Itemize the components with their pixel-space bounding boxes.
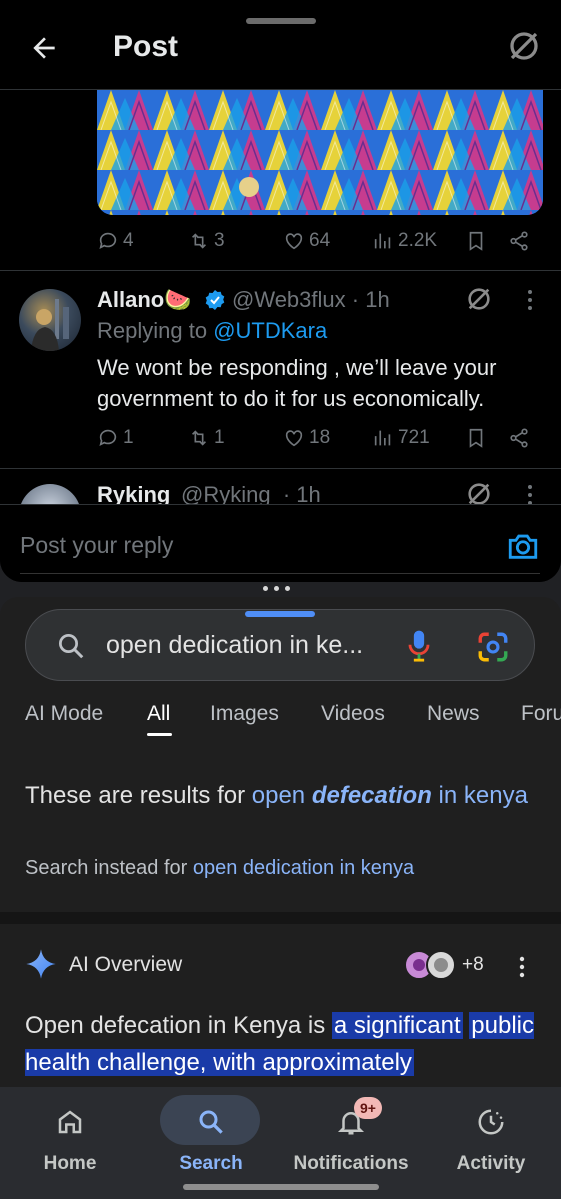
split-screen-handle[interactable] — [263, 586, 290, 591]
more-options-icon[interactable] — [518, 956, 526, 978]
post-header: Post — [0, 24, 561, 90]
ai-overview-title: AI Overview — [69, 953, 183, 976]
activity-icon — [478, 1109, 504, 1135]
camera-icon[interactable] — [506, 529, 540, 563]
search-instead: Search instead for open dedication in ke… — [25, 857, 415, 879]
reply-composer: Post your reply — [0, 504, 561, 582]
views-icon — [374, 430, 391, 446]
source-avatars[interactable] — [403, 949, 459, 981]
divider — [0, 912, 561, 924]
search-input[interactable]: open dedication in ke... — [106, 631, 363, 660]
repost-count: 1 — [214, 427, 225, 448]
search-icon — [199, 1110, 223, 1134]
active-tab-indicator — [147, 733, 172, 736]
like-count: 18 — [309, 427, 331, 448]
tab-images[interactable]: Images — [210, 702, 279, 726]
corrected-query-link[interactable]: open defecation in kenya — [252, 782, 528, 809]
page-title: Post — [113, 30, 179, 63]
repost-action[interactable]: 3 — [188, 230, 225, 252]
divider — [0, 468, 561, 469]
like-count: 64 — [309, 230, 331, 251]
more-options-icon[interactable] — [526, 289, 534, 311]
ai-sparkle-icon — [26, 949, 56, 979]
bookmark-icon — [469, 231, 483, 251]
share-icon — [510, 231, 528, 251]
repost-action[interactable]: 1 — [188, 427, 225, 449]
divider — [0, 270, 561, 271]
bottom-navigation: Home Search Notifications 9+ Activity — [0, 1087, 561, 1199]
comment-icon — [99, 429, 117, 446]
grok-icon[interactable] — [506, 28, 542, 64]
author-handle: @Web3flux · 1h — [232, 287, 390, 312]
tab-forums[interactable]: Foru — [521, 702, 561, 726]
search-bar[interactable]: open dedication in ke... — [25, 609, 535, 681]
repost-icon — [191, 430, 207, 446]
like-action[interactable]: 18 — [283, 427, 330, 449]
nav-search[interactable]: Search — [146, 1087, 276, 1187]
tab-videos[interactable]: Videos — [321, 702, 385, 726]
home-icon — [58, 1110, 82, 1134]
more-options-icon[interactable] — [526, 484, 534, 506]
reply-input[interactable]: Post your reply — [20, 532, 173, 559]
author-name[interactable]: Allano🍉 — [97, 287, 192, 313]
x-app-pane: Post 4 3 64 2.2K Allano🍉 @Web3flux · 1h … — [0, 0, 561, 582]
nav-home[interactable]: Home — [5, 1087, 135, 1187]
view-count: 721 — [398, 427, 430, 448]
share-action[interactable] — [508, 230, 530, 252]
views-action[interactable]: 721 — [372, 427, 430, 449]
views-icon — [374, 233, 391, 249]
views-action[interactable]: 2.2K — [372, 230, 437, 252]
bookmark-action[interactable] — [465, 427, 487, 449]
search-icon — [59, 634, 84, 659]
grok-icon[interactable] — [465, 285, 493, 313]
search-tabs: AI Mode All Images Videos News Foru — [0, 695, 561, 751]
original-query-link[interactable]: open dedication in kenya — [193, 857, 414, 879]
source-count[interactable]: +8 — [462, 954, 484, 976]
spelling-correction: These are results for open defecation in… — [25, 782, 528, 809]
avatar[interactable] — [19, 289, 81, 351]
ai-overview-text: Open defecation in Kenya is a significan… — [25, 1012, 535, 1076]
post-image[interactable] — [97, 90, 543, 215]
nav-notifications[interactable]: Notifications — [286, 1087, 416, 1187]
heart-icon — [285, 233, 303, 250]
comment-icon — [99, 232, 117, 249]
tab-ai-mode[interactable]: AI Mode — [25, 702, 103, 726]
reply-action[interactable]: 4 — [97, 230, 134, 252]
heart-icon — [285, 430, 303, 447]
notification-badge: 9+ — [354, 1097, 382, 1119]
google-lens-icon[interactable] — [476, 630, 510, 664]
tab-news[interactable]: News — [427, 702, 480, 726]
microphone-icon[interactable] — [406, 628, 432, 664]
bookmark-icon — [469, 428, 483, 448]
reply-action[interactable]: 1 — [97, 427, 134, 449]
back-arrow-icon[interactable] — [28, 32, 60, 64]
reply-count: 1 — [123, 427, 134, 448]
like-action[interactable]: 64 — [283, 230, 330, 252]
repost-count: 3 — [214, 230, 225, 251]
gesture-bar — [183, 1184, 379, 1190]
divider — [20, 573, 540, 574]
sheet-drag-handle[interactable] — [245, 611, 315, 617]
bookmark-action[interactable] — [465, 230, 487, 252]
nav-activity[interactable]: Activity — [426, 1087, 556, 1187]
share-action[interactable] — [508, 427, 530, 449]
reply-count: 4 — [123, 230, 134, 251]
repost-icon — [191, 233, 207, 249]
reply-text: We wont be responding , we’ll leave your… — [97, 355, 497, 411]
verified-badge-icon — [205, 290, 225, 310]
replying-to: Replying to @UTDKara — [97, 318, 328, 343]
view-count: 2.2K — [398, 230, 438, 251]
share-icon — [510, 428, 528, 448]
tab-all[interactable]: All — [147, 702, 170, 726]
mention-link[interactable]: @UTDKara — [213, 318, 327, 343]
